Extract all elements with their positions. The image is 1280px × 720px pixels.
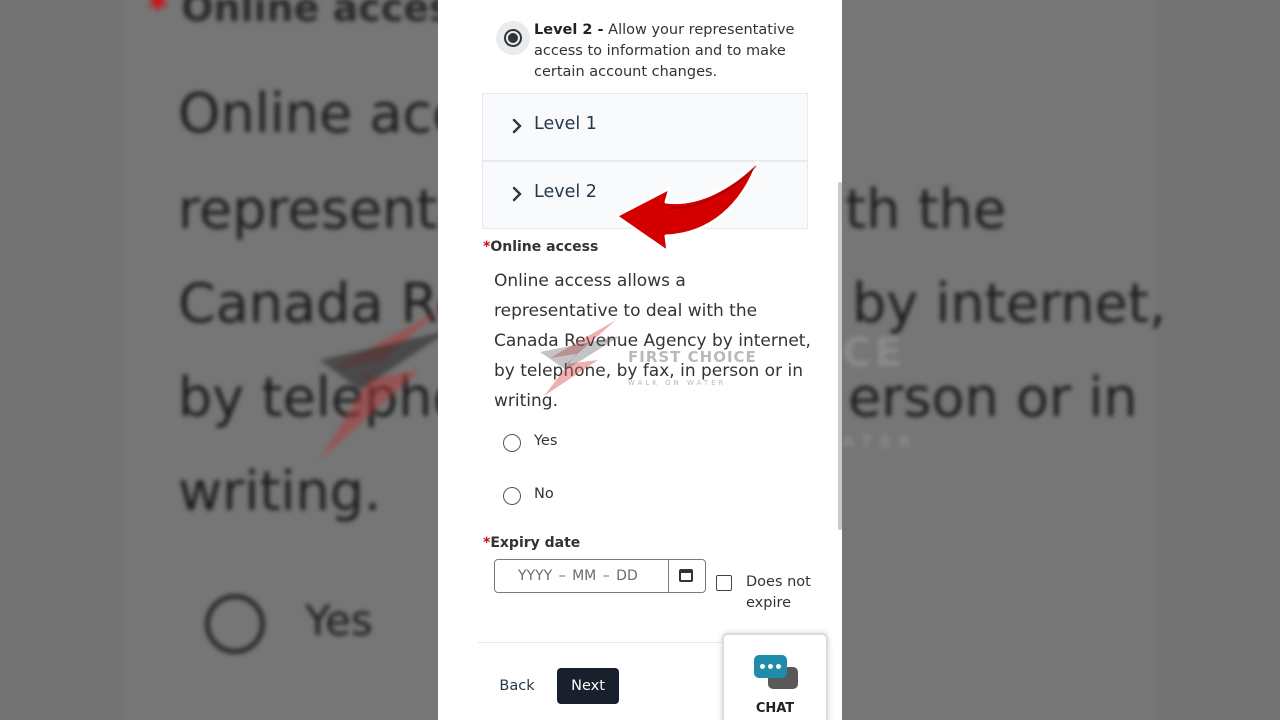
accordion-label: Level 2 [534, 182, 597, 202]
bg-star-logo [320, 310, 450, 460]
back-button[interactable]: Back [492, 668, 542, 704]
radio-no-label[interactable]: No [534, 486, 554, 502]
red-arrow-icon [614, 160, 760, 254]
bg-margin-right [1160, 0, 1280, 720]
bg-logo: CE [842, 330, 905, 376]
radio-yes-label[interactable]: Yes [534, 433, 557, 449]
calendar-button[interactable] [668, 560, 705, 592]
radio-yes[interactable] [503, 434, 521, 452]
bg-margin-left [0, 0, 120, 720]
does-not-expire-checkbox[interactable] [716, 575, 732, 591]
bg-yes: Yes [305, 596, 373, 645]
bg-radio [205, 594, 265, 654]
expiry-date-label: *Expiry date [483, 535, 581, 551]
accordion-label: Level 1 [534, 114, 597, 134]
level2-radio-selected[interactable] [496, 21, 530, 55]
chat-icon [754, 655, 787, 678]
level2-option[interactable]: Level 2 - Allow your representative acce… [438, 10, 842, 90]
radio-no[interactable] [503, 487, 521, 505]
watermark-title: FIRST CHOICE [628, 348, 757, 366]
scrollbar[interactable] [838, 182, 842, 530]
bg-logo-sub: ATER [842, 432, 920, 451]
chat-button[interactable]: CHAT [722, 633, 828, 720]
expiry-date-input[interactable]: YYYY – MM – DD [494, 559, 706, 593]
bg-line: by internet, [852, 272, 1167, 335]
bg-title: * Online access [148, 0, 475, 30]
chevron-right-icon [512, 186, 522, 202]
date-placeholder: YYYY – MM – DD [518, 568, 638, 584]
bg-line: th the [845, 178, 1007, 241]
next-button[interactable]: Next [557, 668, 619, 704]
bg-line: Online acc [178, 82, 462, 145]
watermark-subtitle: WALK ON WATER [628, 379, 727, 387]
does-not-expire-label[interactable]: Does not expire [746, 572, 836, 614]
chat-label: CHAT [755, 701, 795, 716]
online-access-label: *Online access [483, 239, 599, 255]
level2-option-text: Level 2 - Allow your representative acce… [534, 22, 795, 80]
calendar-icon [679, 569, 693, 582]
watermark-star-icon [540, 320, 620, 396]
accordion-level-1[interactable]: Level 1 [482, 93, 808, 161]
chevron-right-icon [512, 118, 522, 134]
phone-screen: Level 2 - Allow your representative acce… [438, 0, 842, 720]
